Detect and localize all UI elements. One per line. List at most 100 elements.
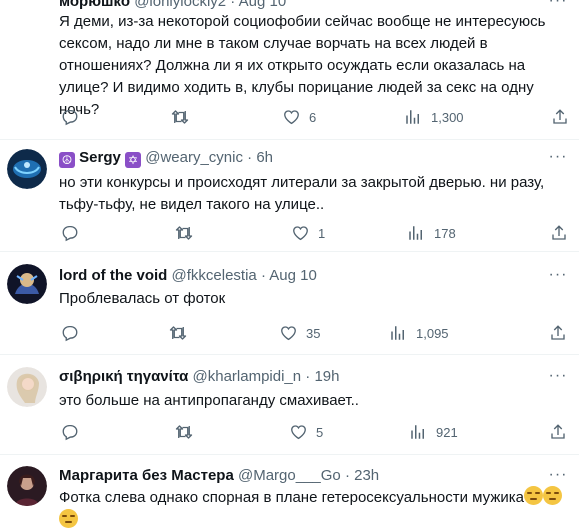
separator-dot: · (260, 267, 266, 284)
views-button[interactable]: 178 (406, 222, 456, 244)
share-button[interactable] (548, 421, 568, 443)
like-count: 5 (316, 424, 324, 440)
user-handle[interactable]: @fkkcelestia (172, 267, 257, 284)
retweet-button[interactable] (170, 106, 198, 128)
views-count: 921 (436, 424, 458, 440)
avatar[interactable] (7, 149, 47, 189)
separator-dot: · (230, 0, 236, 10)
tweet-header: ☮ Sergy ✡ @weary_cynic · 6h (59, 148, 539, 168)
retweet-button[interactable] (174, 421, 202, 443)
retweet-icon (174, 223, 194, 243)
separator-dot: · (344, 467, 350, 484)
tweet[interactable]: морюшко @lonlylockly2 · Aug 10 ··· Я дем… (0, 0, 579, 140)
user-handle[interactable]: @weary_cynic (145, 149, 243, 166)
relieved-face-emoji-icon (59, 509, 78, 528)
share-icon (548, 422, 568, 442)
separator-dot: · (305, 368, 311, 385)
views-chart-icon (406, 223, 426, 243)
views-count: 1,300 (431, 109, 464, 125)
tweet-text: Фотка слева однако спорная в плане гетер… (59, 489, 524, 506)
heart-icon (278, 323, 298, 343)
like-button[interactable]: 35 (278, 322, 320, 344)
tweet-text: Проблевалась от фоток (59, 290, 226, 307)
timestamp[interactable]: 19h (314, 368, 339, 385)
reply-button[interactable] (60, 421, 88, 443)
user-handle[interactable]: @lonlylockly2 (134, 0, 226, 10)
display-name[interactable]: Sergy (79, 149, 121, 166)
more-icon[interactable]: ··· (547, 267, 569, 288)
more-icon[interactable]: ··· (547, 149, 569, 170)
tweet[interactable]: Маргарита без Мастера @Margo___Go · 23h … (0, 455, 579, 531)
display-name[interactable]: морюшко (59, 0, 130, 10)
retweet-icon (170, 107, 190, 127)
tweet[interactable]: ☮ Sergy ✡ @weary_cynic · 6h ··· но эти к… (0, 140, 579, 252)
relieved-face-emoji-icon (523, 486, 543, 505)
like-button[interactable]: 1 (290, 222, 325, 244)
share-icon (550, 107, 570, 127)
display-name[interactable]: σιβηρική τηγανίτα (59, 368, 188, 385)
avatar[interactable] (7, 264, 47, 304)
share-icon (549, 223, 569, 243)
tweet[interactable]: σιβηρική τηγανίτα @kharlampidi_n · 19h ·… (0, 355, 579, 455)
more-icon[interactable]: ··· (547, 467, 569, 488)
display-name[interactable]: Маргарита без Мастера (59, 467, 234, 484)
tweet-text-container: Фотка слева однако спорная в плане гетер… (59, 486, 565, 531)
views-chart-icon (408, 422, 428, 442)
tweet-header: σιβηρική τηγανίτα @kharlampidi_n · 19h (59, 367, 539, 387)
tweet-text: Я деми, из-за некоторой социофобии сейча… (59, 13, 550, 118)
reply-button[interactable] (60, 222, 88, 244)
more-icon[interactable]: ··· (547, 368, 569, 389)
heart-icon (288, 422, 308, 442)
retweet-button[interactable] (174, 222, 202, 244)
reply-icon (60, 323, 80, 343)
relieved-face-emoji-icon (542, 486, 562, 505)
tweet-header: Маргарита без Мастера @Margo___Go · 23h (59, 466, 539, 486)
reply-icon (60, 422, 80, 442)
like-count: 35 (306, 325, 321, 341)
retweet-icon (174, 422, 194, 442)
timestamp[interactable]: 6h (256, 149, 273, 166)
avatar[interactable] (7, 466, 47, 506)
like-button[interactable]: 6 (281, 106, 316, 128)
retweet-button[interactable] (168, 322, 196, 344)
reply-icon (60, 223, 80, 243)
reply-button[interactable] (60, 106, 88, 128)
user-handle[interactable]: @Margo___Go (238, 467, 341, 484)
tweet-actions: 5 921 (52, 421, 579, 443)
views-button[interactable]: 1,300 (403, 106, 464, 128)
heart-icon (281, 107, 301, 127)
tweet-actions: 35 1,095 (52, 322, 579, 344)
share-button[interactable] (550, 106, 570, 128)
avatar[interactable] (7, 367, 47, 407)
views-count: 178 (434, 225, 456, 241)
star-of-david-icon: ✡ (125, 152, 142, 168)
views-count: 1,095 (416, 325, 449, 341)
separator-dot: · (247, 149, 253, 166)
timestamp[interactable]: Aug 10 (269, 267, 317, 284)
views-chart-icon (403, 107, 423, 127)
tweet-actions: 1 178 (52, 222, 579, 244)
reply-icon (60, 107, 80, 127)
retweet-icon (168, 323, 188, 343)
reply-button[interactable] (60, 322, 88, 344)
tweet-header: lord of the void @fkkcelestia · Aug 10 (59, 266, 539, 286)
like-count: 6 (309, 109, 317, 125)
timestamp[interactable]: Aug 10 (239, 0, 287, 10)
views-button[interactable]: 1,095 (388, 322, 449, 344)
share-button[interactable] (548, 322, 568, 344)
tweet-actions: 6 1,300 (52, 106, 579, 128)
share-icon (548, 323, 568, 343)
tweet[interactable]: lord of the void @fkkcelestia · Aug 10 ·… (0, 252, 579, 355)
share-button[interactable] (549, 222, 569, 244)
heart-icon (290, 223, 310, 243)
like-button[interactable]: 5 (288, 421, 323, 443)
peace-icon: ☮ (59, 152, 75, 168)
tweet-text: но эти конкурсы и происходят литерали за… (59, 174, 549, 213)
tweet-text: это больше на антипропаганду смахивает.. (59, 392, 359, 409)
display-name[interactable]: lord of the void (59, 267, 167, 284)
user-handle[interactable]: @kharlampidi_n (193, 368, 302, 385)
timestamp[interactable]: 23h (354, 467, 379, 484)
views-button[interactable]: 921 (408, 421, 458, 443)
views-chart-icon (388, 323, 408, 343)
like-count: 1 (318, 225, 326, 241)
